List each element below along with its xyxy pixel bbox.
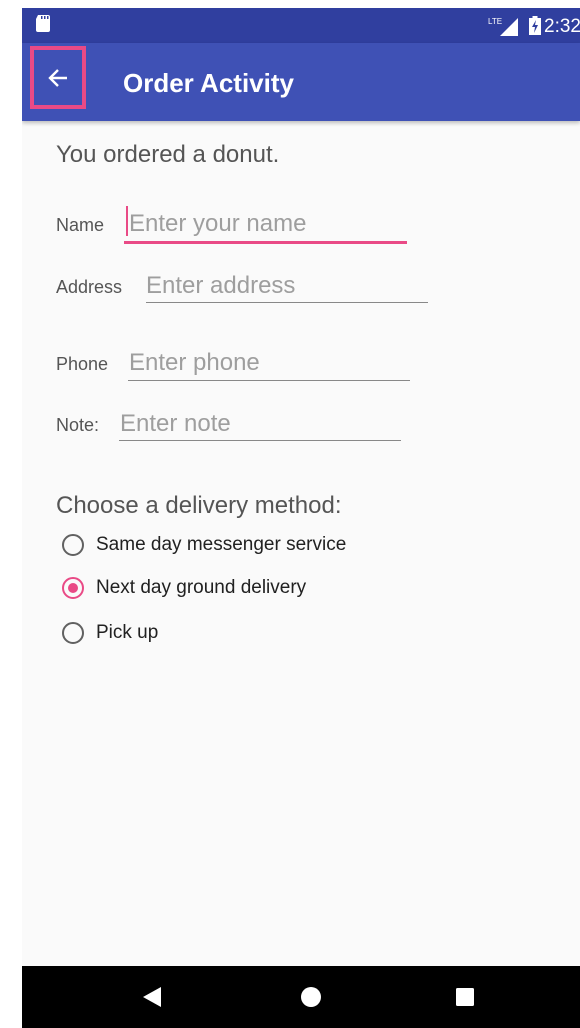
radio-checked-icon: [62, 577, 84, 599]
nav-back-button[interactable]: [122, 966, 182, 1028]
name-input-underline: [124, 241, 407, 244]
triangle-back-icon: [143, 987, 161, 1007]
address-input-underline: [146, 302, 428, 303]
nav-home-button[interactable]: [281, 966, 341, 1028]
arrow-left-icon: [48, 68, 67, 87]
name-input[interactable]: [129, 208, 405, 240]
name-label: Name: [56, 215, 105, 235]
address-label: Address: [56, 277, 123, 297]
phone-screen: LTE 2:32 Order Activity You ordered a do…: [22, 8, 580, 1028]
sd-card-icon: [36, 15, 50, 32]
status-bar: LTE 2:32: [22, 8, 580, 43]
radio-label: Same day messenger service: [96, 534, 347, 555]
text-cursor: [126, 206, 128, 236]
note-input[interactable]: [120, 408, 400, 440]
phone-input-underline: [128, 380, 410, 381]
status-time: 2:32: [544, 16, 580, 37]
app-bar: Order Activity: [22, 43, 580, 121]
radio-label: Next day ground delivery: [96, 577, 307, 598]
radio-unchecked-icon: [62, 622, 84, 644]
note-input-underline: [119, 440, 401, 441]
radio-unchecked-icon: [62, 534, 84, 556]
radio-same-day[interactable]: Same day messenger service: [62, 528, 346, 562]
battery-charging-icon: [529, 16, 541, 35]
radio-label: Pick up: [96, 622, 159, 643]
square-recents-icon: [456, 988, 474, 1006]
system-nav-bar: [22, 966, 580, 1028]
lte-label: LTE: [488, 17, 502, 26]
order-summary-text: You ordered a donut.: [56, 141, 280, 168]
delivery-heading: Choose a delivery method:: [56, 492, 342, 519]
nav-recents-button[interactable]: [435, 966, 495, 1028]
phone-input[interactable]: [129, 347, 409, 379]
address-input[interactable]: [146, 270, 426, 302]
radio-next-day[interactable]: Next day ground delivery: [62, 571, 306, 605]
note-label: Note:: [56, 415, 100, 435]
circle-home-icon: [301, 987, 321, 1007]
back-button[interactable]: [30, 46, 86, 109]
radio-pick-up[interactable]: Pick up: [62, 616, 158, 650]
phone-label: Phone: [56, 354, 109, 374]
lte-signal-icon: LTE: [488, 17, 518, 36]
page-title: Order Activity: [123, 68, 294, 98]
